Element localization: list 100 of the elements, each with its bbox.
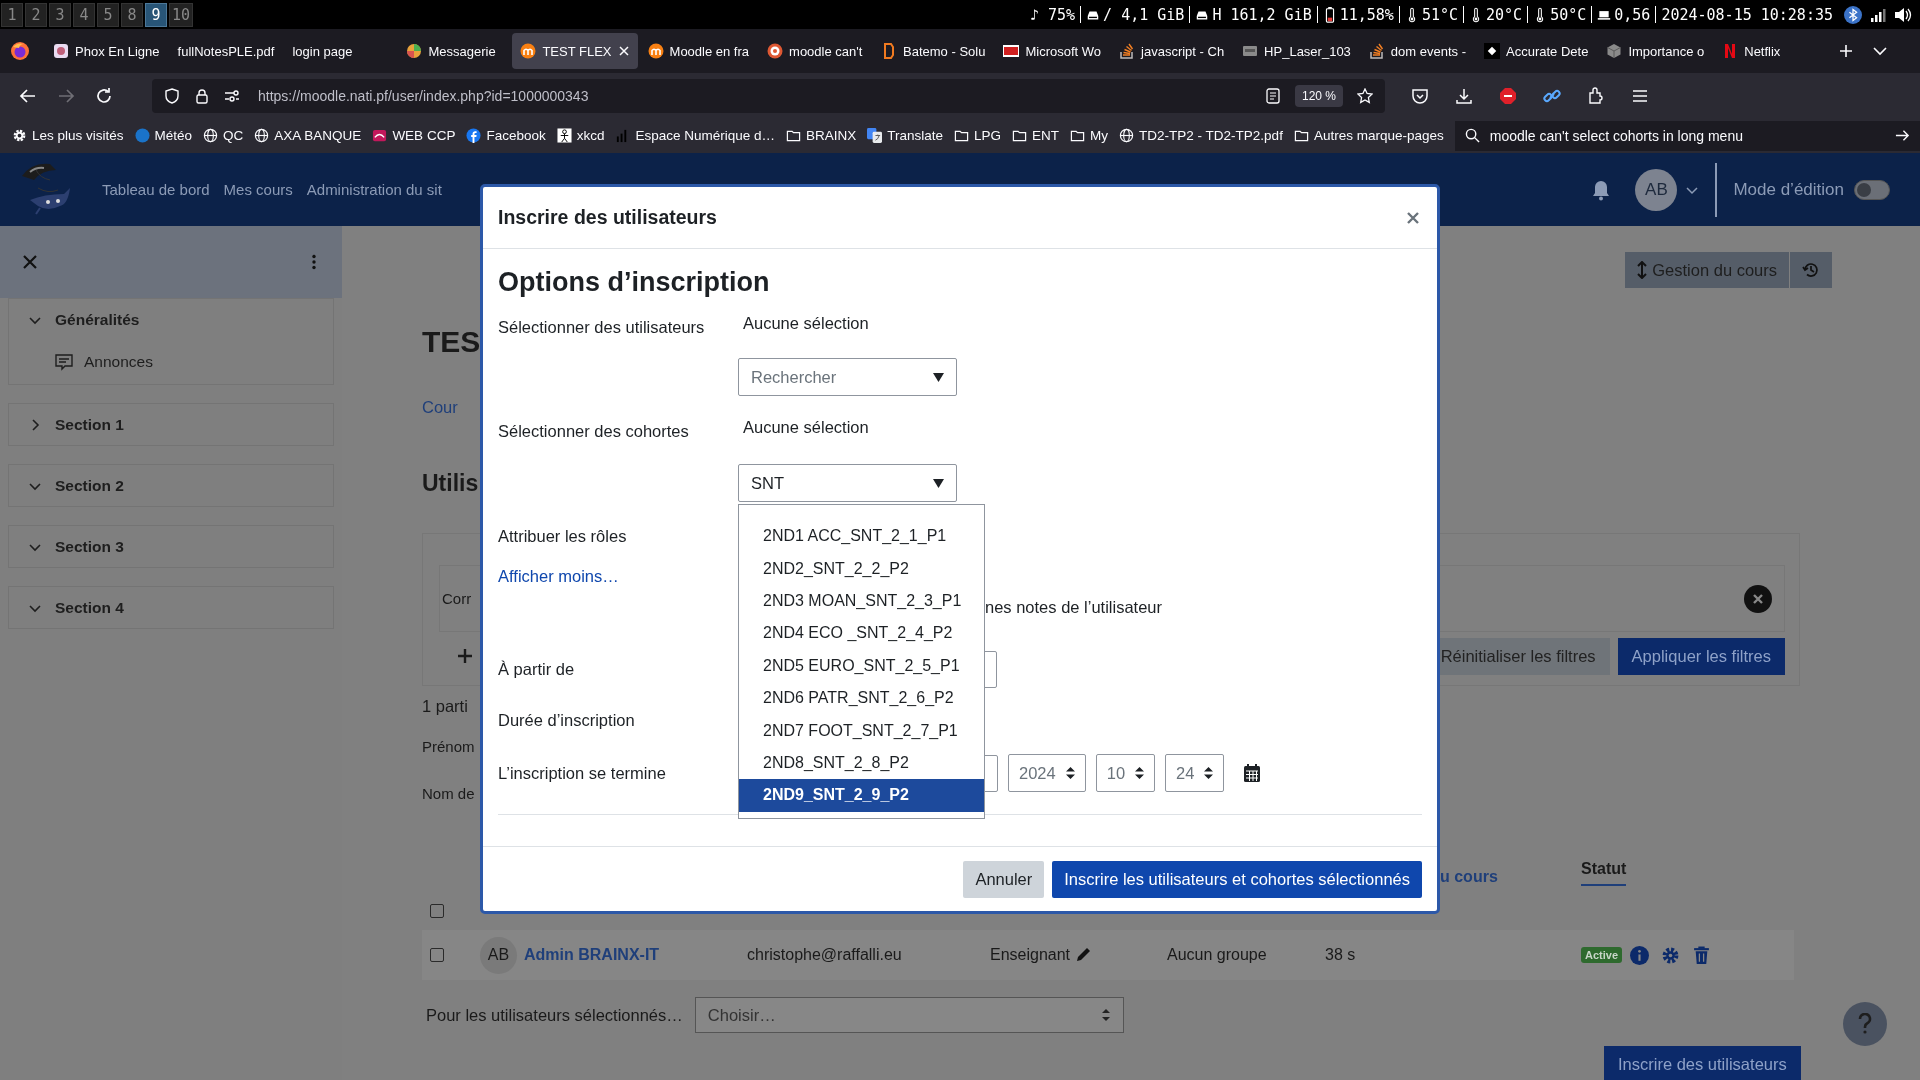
browser-tab[interactable]: fullNotesPLE.pdf <box>169 33 283 69</box>
enrol-users-button[interactable]: Inscrire des utilisateurs <box>1604 1046 1801 1080</box>
bookmark[interactable]: ENT <box>1012 128 1060 143</box>
section-title[interactable]: Section 3 <box>55 537 124 556</box>
table-cell: Enseignant <box>990 946 1071 964</box>
filter-label: Corr <box>442 590 472 607</box>
selection-text: Aucune sélection <box>743 314 869 333</box>
zoom-level[interactable]: 120 % <box>1294 84 1343 107</box>
status-text: 0,56 <box>1614 5 1651 24</box>
edit-mode-label: Mode d’édition <box>1733 179 1844 200</box>
browser-tab[interactable]: Netflix <box>1714 33 1827 69</box>
dropdown-option[interactable]: 2ND4 ECO _SNT_2_4_P2 <box>739 617 984 650</box>
field-label: L’inscription se termine <box>498 763 666 782</box>
nav-link[interactable]: Tableau de bord <box>102 181 210 198</box>
workspace-button[interactable]: 4 <box>73 2 95 27</box>
browser-tab[interactable]: Importance o <box>1598 33 1713 69</box>
workspace-button[interactable]: 3 <box>49 2 71 27</box>
address-bar[interactable]: https://moodle.nati.pf/user/index.php?id=1000000343 120 % <box>152 78 1385 113</box>
table-cell: Aucun groupe <box>1167 946 1267 963</box>
dropdown-option[interactable]: 2ND8_SNT_2_8_P2 <box>739 746 984 780</box>
browser-tab[interactable]: TEST FLEX <box>512 33 638 69</box>
table-cell: 38 s <box>1325 946 1356 963</box>
section-title[interactable]: Section 4 <box>55 598 124 617</box>
status-badge: Active <box>1581 947 1623 963</box>
dropdown-option[interactable]: 2ND5 EURO_SNT_2_5_P1 <box>739 649 984 682</box>
field-label: Durée d’inscription <box>498 710 635 729</box>
browser-tab[interactable]: Moodle en fra <box>639 33 758 69</box>
bookmark[interactable]: TD2-TP2 - TD2-TP2.pdf <box>1119 128 1283 143</box>
workspace-button[interactable]: 2 <box>25 2 47 27</box>
date-select[interactable]: 2024 <box>1008 754 1086 792</box>
dropdown-option[interactable]: 2ND3 MOAN_SNT_2_3_P1 <box>739 584 984 618</box>
workspace-button[interactable]: 8 <box>121 2 143 27</box>
status-text: 50°C <box>1550 5 1587 24</box>
url-text: https://moodle.nati.pf/user/index.php?id=1000000343 <box>258 87 589 104</box>
cohort-search-select[interactable]: SNT <box>738 464 957 502</box>
page-heading: Utilis <box>422 470 479 496</box>
show-less-link[interactable]: Afficher moins… <box>498 567 619 585</box>
selection-text: Aucune sélection <box>743 418 869 437</box>
browser-tab[interactable]: Messagerie <box>398 33 511 69</box>
field-label: Attribuer les rôles <box>498 527 627 545</box>
field-label: Sélectionner des utilisateurs <box>498 318 705 336</box>
search-field[interactable]: moodle can't select cohorts in long menu <box>1454 120 1920 151</box>
user-avatar[interactable]: AB <box>1635 168 1678 211</box>
bookmark[interactable]: LPG <box>954 128 1002 143</box>
bulk-action-label: Pour les utilisateurs sélectionnés… <box>426 1005 683 1025</box>
bulk-action-select[interactable]: Choisir… <box>694 997 1124 1033</box>
browser-tab[interactable]: Batemo - Solu <box>873 33 994 69</box>
bookmark[interactable]: Facebook <box>466 128 546 143</box>
section-title[interactable]: Section 2 <box>55 476 124 495</box>
apply-filters-button[interactable]: Appliquer les filtres <box>1617 637 1785 675</box>
course-title: TES <box>422 325 481 358</box>
browser-tab[interactable]: javascript - Ch <box>1111 33 1233 69</box>
nav-link[interactable]: Administration du sit <box>306 181 442 198</box>
browser-tab[interactable]: Accurate Dete <box>1476 33 1597 69</box>
user-avatar: AB <box>480 936 517 974</box>
bookmark[interactable]: WEB CCP <box>372 128 456 143</box>
status-text: / 4,1 GiB <box>1103 5 1185 24</box>
checkbox-label: nes notes de l’utilisateur <box>985 598 1163 618</box>
activity-link[interactable]: Annonces <box>84 353 153 371</box>
bookmark[interactable]: xkcd <box>556 128 605 143</box>
bookmark[interactable]: BRAINX <box>786 128 857 143</box>
date-select[interactable]: 10 <box>1095 754 1156 792</box>
browser-tab[interactable]: moodle can't <box>759 33 872 69</box>
bookmark[interactable]: Autres marque-pages <box>1293 128 1444 143</box>
bookmark[interactable]: Météo <box>134 128 193 143</box>
bookmark[interactable]: My <box>1070 128 1109 143</box>
status-text: 2024-08-15 10:28:35 <box>1661 5 1833 24</box>
submit-button[interactable]: Inscrire les utilisateurs et cohortes sélectionnés <box>1052 860 1422 898</box>
nav-link[interactable]: Mes cours <box>223 181 293 198</box>
workspace-button[interactable]: 5 <box>97 2 119 27</box>
bookmark[interactable]: Translate <box>867 128 944 143</box>
bookmark[interactable]: QC <box>203 128 244 143</box>
bookmark[interactable]: Les plus visités <box>12 128 124 143</box>
workspace-button[interactable]: 9 <box>145 2 167 27</box>
workspace-button[interactable]: 1 <box>1 2 23 27</box>
browser-tab[interactable]: Microsoft Wo <box>995 33 1110 69</box>
filter-label: Prénom <box>422 737 475 755</box>
dropdown-option[interactable]: 2ND6 PATR_SNT_2_6_P2 <box>739 681 984 715</box>
user-search-select[interactable]: Rechercher <box>738 358 957 396</box>
browser-tab[interactable]: dom events - <box>1360 33 1474 69</box>
dropdown-option[interactable]: 2ND7 FOOT_SNT_2_7_P1 <box>739 714 984 747</box>
workspace-button[interactable]: 10 <box>169 2 194 27</box>
section-heading: Options d’inscription <box>498 266 771 299</box>
section-title[interactable]: Section 1 <box>55 415 124 434</box>
dropdown-option[interactable]: 2ND9_SNT_2_9_P2 <box>739 779 984 812</box>
dropdown-option[interactable]: 2ND1 ACC_SNT_2_1_P1 <box>739 520 984 553</box>
bookmark[interactable]: Espace Numérique d… <box>615 128 776 143</box>
browser-tab[interactable]: Phox En Ligne <box>45 33 168 69</box>
dropdown-option[interactable]: 2ND2_SNT_2_2_P2 <box>739 552 984 585</box>
status-text: H 161,2 GiB <box>1212 5 1312 24</box>
browser-tab[interactable]: login page <box>284 33 397 69</box>
bookmark[interactable]: AXA BANQUE <box>254 128 362 143</box>
field-label: À partir de <box>498 659 575 678</box>
date-select[interactable]: 24 <box>1165 754 1225 792</box>
filter-label: Nom de <box>422 784 475 802</box>
column-header[interactable]: Statut <box>1581 860 1627 886</box>
field-label: Sélectionner des cohortes <box>498 422 689 440</box>
cancel-button[interactable]: Annuler <box>963 860 1045 898</box>
section-title[interactable]: Généralités <box>55 310 140 329</box>
browser-tab[interactable]: HP_Laser_103 <box>1234 33 1359 69</box>
